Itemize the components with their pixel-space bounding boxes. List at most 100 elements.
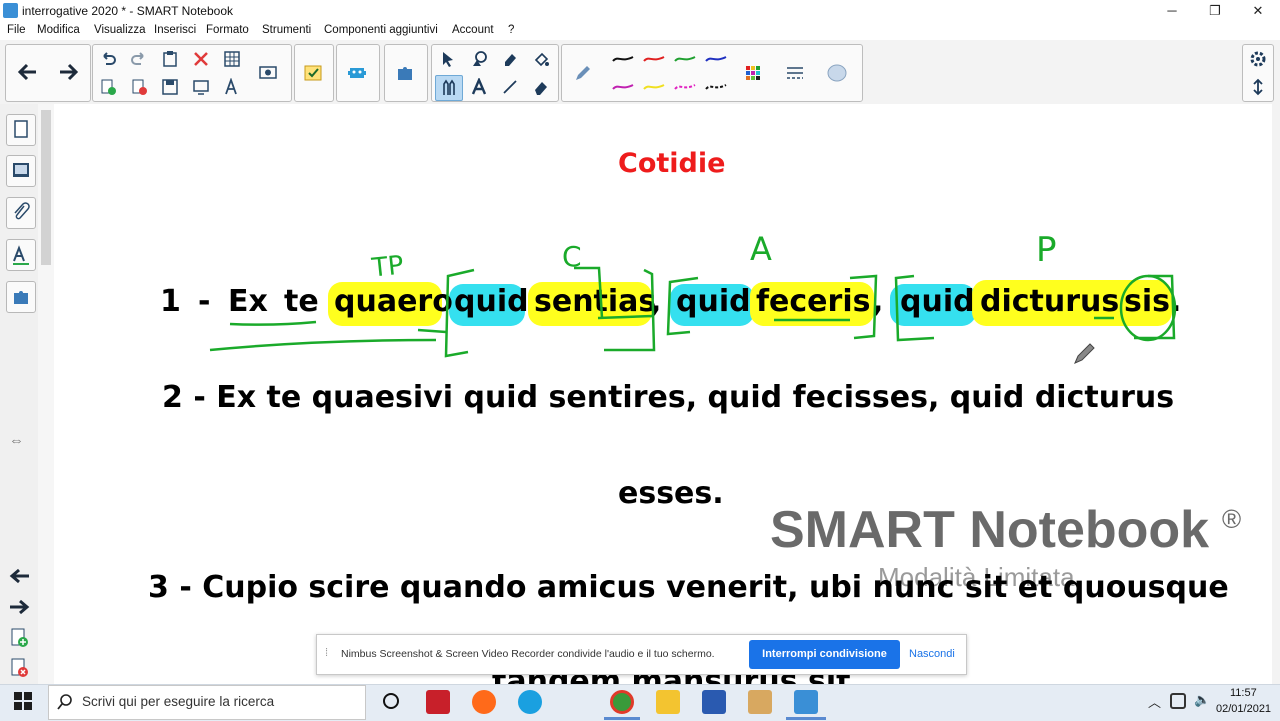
menu-help[interactable]: ? [508, 24, 514, 36]
sidebar-delete-page-button[interactable] [8, 657, 30, 684]
paint-icon[interactable] [748, 690, 772, 714]
addons-button[interactable] [392, 61, 418, 85]
color-palette-button[interactable] [740, 61, 766, 85]
eraser-pen-icon [505, 54, 516, 66]
menu-account[interactable]: Account [452, 24, 494, 36]
pens-tool-button[interactable] [435, 75, 463, 101]
next-page-button[interactable] [56, 60, 82, 84]
underline-main-clause [209, 338, 437, 352]
add-page-button[interactable] [95, 75, 121, 99]
arrow-right-icon [60, 63, 79, 81]
sidebar-next-page-button[interactable] [8, 597, 32, 622]
start-button[interactable] [14, 692, 32, 715]
task-view-button[interactable] [380, 690, 402, 717]
tray-chevron-up-icon[interactable]: ︿ [1148, 692, 1161, 711]
smart-notebook-taskbar-icon[interactable] [794, 690, 818, 714]
drag-handle-icon[interactable]: ⁞ [325, 647, 328, 659]
menu-strumenti[interactable]: Strumenti [262, 24, 311, 36]
line-tool-button[interactable] [497, 75, 523, 99]
gallery-tab[interactable] [6, 155, 36, 187]
paint-bucket-icon [534, 52, 549, 67]
eraser-shape-tool-button[interactable] [497, 47, 523, 71]
paperclip-icon [14, 202, 30, 220]
text-tool-button[interactable] [466, 75, 492, 99]
black-stroke-icon [612, 56, 634, 62]
firefox-icon[interactable] [472, 690, 496, 714]
scrollbar-thumb[interactable] [41, 110, 51, 265]
pen-style-yellow[interactable] [641, 75, 667, 99]
chrome-icon[interactable] [610, 690, 634, 714]
whiteboard-canvas[interactable]: Cotidie 1 - Ex te quaero quid sentias , … [54, 104, 1272, 684]
redo-button[interactable] [126, 47, 152, 71]
menu-file[interactable]: File [7, 24, 26, 36]
save-button[interactable] [157, 75, 183, 99]
maximize-button[interactable]: ❐ [1192, 0, 1238, 22]
text-a-icon [225, 78, 237, 95]
insert-table-button[interactable] [219, 47, 245, 71]
color-grid-icon [746, 66, 760, 80]
line-style-button[interactable] [782, 61, 808, 85]
sidebar-add-page-button[interactable] [8, 627, 30, 654]
select-tool-button[interactable] [435, 47, 461, 71]
eraser-tool-button[interactable] [528, 75, 554, 99]
acrobat-reader-icon[interactable] [426, 690, 450, 714]
skype-icon[interactable] [518, 690, 542, 714]
toolbar-move-button[interactable] [1245, 75, 1271, 99]
pen-style-black-dashed[interactable] [703, 75, 729, 99]
properties-button[interactable] [1245, 47, 1271, 71]
pen-properties-group [561, 44, 863, 102]
delete-page-icon [11, 658, 28, 677]
delete-button[interactable] [188, 47, 214, 71]
transparency-orb-icon [827, 64, 847, 82]
screen-shade-icon [193, 80, 209, 95]
pen-style-magenta[interactable] [610, 75, 636, 99]
page-sorter-tab[interactable] [6, 114, 36, 146]
menu-modifica[interactable]: Modifica [37, 24, 80, 36]
menu-inserisci[interactable]: Inserisci [154, 24, 196, 36]
transparency-button[interactable] [824, 61, 850, 85]
minimize-button[interactable]: ─ [1149, 0, 1195, 22]
pen-style-black[interactable] [610, 47, 636, 71]
fill-tool-button[interactable] [528, 47, 554, 71]
menu-componenti-aggiuntivi[interactable]: Componenti aggiuntivi [324, 24, 438, 36]
table-icon [224, 51, 240, 67]
lesson-activity-icon [304, 65, 322, 81]
green-stroke-icon [674, 56, 696, 62]
underline-ex-te [229, 320, 317, 326]
word-icon[interactable] [702, 690, 726, 714]
pen-style-red[interactable] [641, 47, 667, 71]
lesson-activity-button[interactable] [300, 61, 326, 85]
media-player-icon[interactable] [656, 690, 680, 714]
delete-page-button[interactable] [126, 75, 152, 99]
paste-button[interactable] [157, 47, 183, 71]
tray-volume-icon[interactable]: 🔈 [1194, 692, 1210, 708]
pen-style-green[interactable] [672, 47, 698, 71]
menu-visualizza[interactable]: Visualizza [94, 24, 146, 36]
shapes-tool-button[interactable] [466, 47, 492, 71]
watermark-registered: ® [1222, 504, 1242, 534]
pen-style-blue[interactable] [703, 47, 729, 71]
addons-tab[interactable] [6, 281, 36, 313]
search-icon [56, 693, 74, 716]
stop-sharing-button[interactable]: Interrompi condivisione [749, 640, 900, 669]
document-camera-button[interactable] [255, 61, 281, 85]
undo-button[interactable] [95, 47, 121, 71]
add-page-icon [101, 79, 116, 95]
hide-link[interactable]: Nascondi [909, 648, 955, 660]
pen-style-magenta-dashed[interactable] [672, 75, 698, 99]
menu-formato[interactable]: Formato [206, 24, 249, 36]
tray-network-icon[interactable] [1170, 693, 1186, 709]
navigation-group [5, 44, 91, 102]
pen-color-picker-button[interactable] [570, 61, 596, 85]
text-spellcheck-button[interactable] [219, 75, 245, 99]
previous-page-button[interactable] [14, 60, 40, 84]
window-title: interrogative 2020 * - SMART Notebook [22, 4, 234, 18]
screen-shade-button[interactable] [188, 75, 214, 99]
response-button[interactable] [344, 61, 370, 85]
properties-tab[interactable] [6, 239, 36, 271]
sidebar-resize-icon[interactable]: ⇔ [9, 432, 24, 449]
attachments-tab[interactable] [6, 197, 36, 229]
task-view-circle-icon [383, 693, 399, 709]
close-button[interactable]: ✕ [1235, 0, 1280, 22]
sidebar-previous-page-button[interactable] [8, 566, 32, 591]
